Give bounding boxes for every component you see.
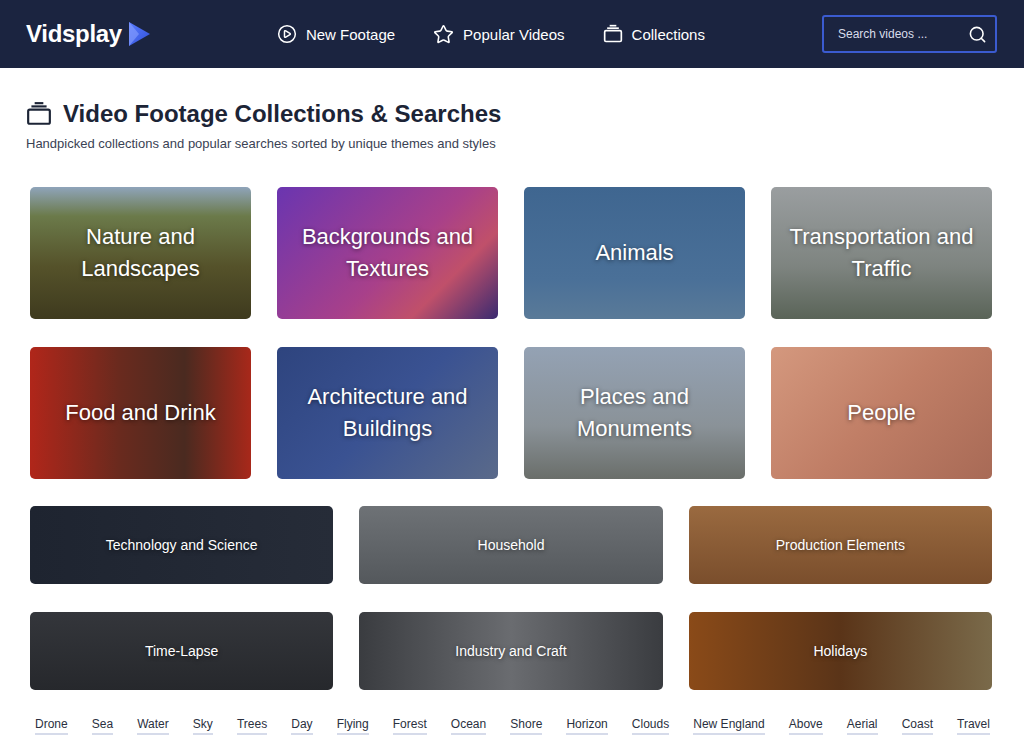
search-tag[interactable]: Forest <box>393 716 427 735</box>
collection-card[interactable]: Holidays <box>689 612 992 690</box>
collection-grid-large: Nature and LandscapesBackgrounds and Tex… <box>0 187 1024 479</box>
search-tag[interactable]: Aerial <box>847 716 878 735</box>
collection-card[interactable]: Production Elements <box>689 506 992 584</box>
search-tag[interactable]: Above <box>789 716 823 735</box>
search-tag[interactable]: Sea <box>92 716 113 735</box>
page-subtitle: Handpicked collections and popular searc… <box>26 136 1024 152</box>
search-icon[interactable] <box>968 25 987 44</box>
page-title: Video Footage Collections & Searches <box>63 99 501 129</box>
logo[interactable]: Vidsplay <box>26 19 153 49</box>
collection-card[interactable]: Food and Drink <box>30 347 251 479</box>
collections-heading-icon <box>26 101 52 127</box>
logo-text[interactable]: Vidsplay <box>26 20 122 48</box>
collection-card[interactable]: Household <box>359 506 662 584</box>
nav-item[interactable]: New Footage <box>277 24 395 44</box>
main-nav: New Footage Popular Videos Collections <box>277 24 705 45</box>
collection-card[interactable]: Transportation and Traffic <box>771 187 992 319</box>
star-icon <box>433 24 454 45</box>
collection-card[interactable]: Places and Monuments <box>524 347 745 479</box>
play-circle-icon <box>277 24 297 44</box>
search-tag[interactable]: Travel <box>957 716 990 735</box>
collection-card[interactable]: Nature and Landscapes <box>30 187 251 319</box>
top-bar: Vidsplay New Footage Popular Videos Collect… <box>0 0 1024 68</box>
nav-item[interactable]: Collections <box>603 24 705 44</box>
search-tag[interactable]: Water <box>137 716 169 735</box>
page-heading: Video Footage Collections & Searches <box>0 99 1024 129</box>
nav-item[interactable]: Popular Videos <box>433 24 564 45</box>
collection-grid-small: Technology and Science Household Productio… <box>0 506 1024 690</box>
logo-play-icon <box>125 19 153 49</box>
search-box <box>822 15 997 53</box>
search-tag[interactable]: Clouds <box>632 716 669 735</box>
search-tag[interactable]: Shore <box>510 716 542 735</box>
collection-card[interactable]: Architecture and Buildings <box>277 347 498 479</box>
search-input[interactable] <box>836 26 962 42</box>
search-tag[interactable]: New England <box>693 716 764 735</box>
popular-searches: Drone Sea Water Sky Trees Day Flying Forest Ocea… <box>0 716 1024 735</box>
collection-card[interactable]: Backgrounds and Textures <box>277 187 498 319</box>
search-tag[interactable]: Trees <box>237 716 267 735</box>
main-content: Video Footage Collections & Searches Hand… <box>0 68 1024 735</box>
collection-card[interactable]: People <box>771 347 992 479</box>
search-tag[interactable]: Sky <box>193 716 213 735</box>
search-tag[interactable]: Drone <box>35 716 68 735</box>
collection-card[interactable]: Time-Lapse <box>30 612 333 690</box>
collection-card[interactable]: Technology and Science <box>30 506 333 584</box>
search-tag[interactable]: Flying <box>337 716 369 735</box>
collections-icon <box>603 24 623 44</box>
search-tag[interactable]: Horizon <box>566 716 607 735</box>
collection-card[interactable]: Animals <box>524 187 745 319</box>
search-tag[interactable]: Day <box>291 716 312 735</box>
collection-card[interactable]: Industry and Craft <box>359 612 662 690</box>
search-tag[interactable]: Ocean <box>451 716 486 735</box>
search-tag[interactable]: Coast <box>902 716 933 735</box>
